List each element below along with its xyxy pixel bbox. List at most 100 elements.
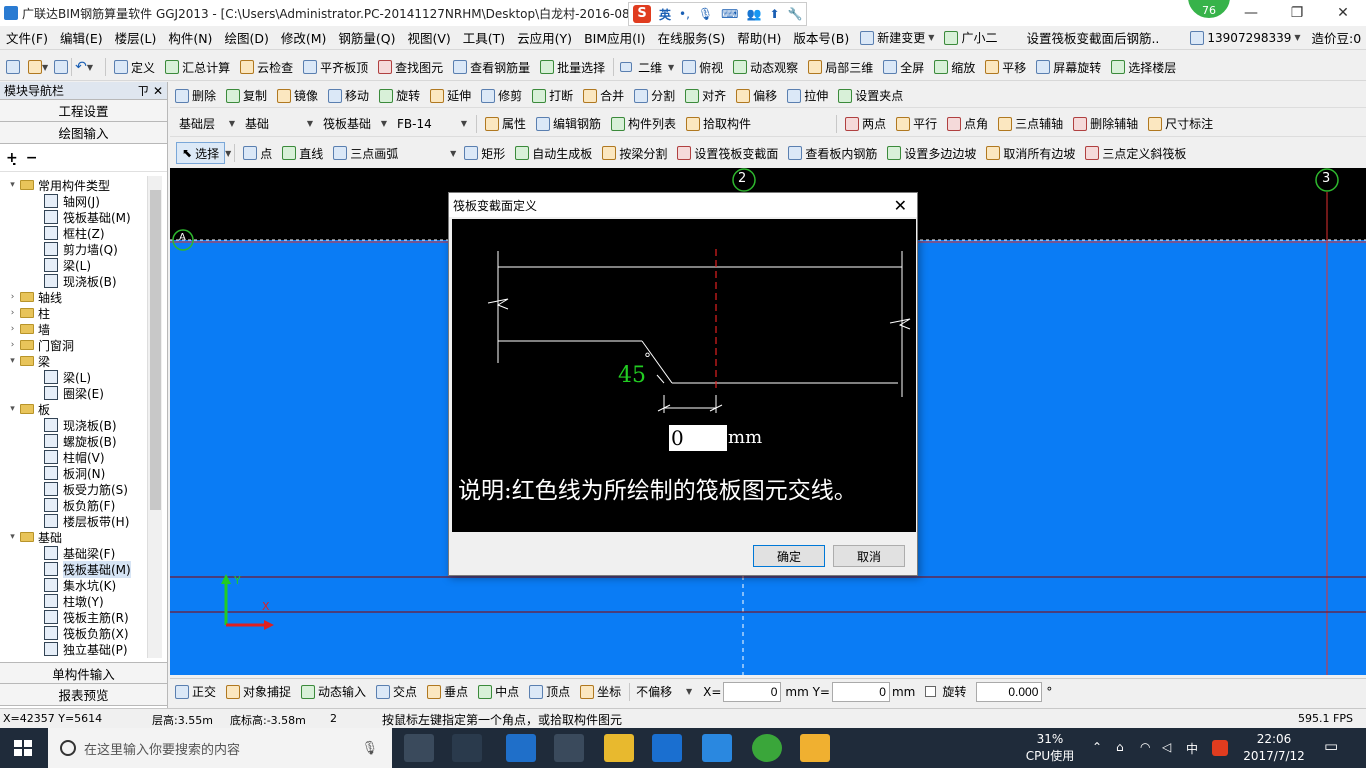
- tree-item[interactable]: 集水坑(K): [0, 577, 148, 593]
- toolbar-draw-item-1[interactable]: 直线: [277, 142, 328, 164]
- report-preview-button[interactable]: 报表预览: [0, 684, 167, 706]
- tree-item[interactable]: 板受力筋(S): [0, 481, 148, 497]
- minimize-button[interactable]: —: [1228, 0, 1274, 26]
- expand-all-icon[interactable]: +̣: [6, 150, 18, 166]
- menu-item-8[interactable]: 工具(T): [457, 28, 511, 47]
- menu-item-2[interactable]: 楼层(L): [109, 28, 163, 47]
- price-bean[interactable]: 造价豆:0: [1306, 28, 1366, 47]
- tree-item[interactable]: › 柱: [0, 305, 148, 321]
- toolbar-component-item-1[interactable]: 编辑钢筋: [531, 113, 606, 135]
- rotate-checkbox[interactable]: [925, 686, 937, 697]
- menu-item-1[interactable]: 编辑(E): [54, 28, 109, 47]
- draw-mode-select[interactable]: ▼: [403, 143, 459, 163]
- width-input[interactable]: [669, 425, 727, 451]
- snap-item-7[interactable]: 坐标: [575, 681, 626, 703]
- snap-item-4[interactable]: 垂点: [422, 681, 473, 703]
- tree-item[interactable]: 框柱(Z): [0, 225, 148, 241]
- menu-item-4[interactable]: 绘图(D): [218, 28, 274, 47]
- toolbar-edit-item-2[interactable]: 镜像: [272, 85, 323, 107]
- toolbar-axis-item-0[interactable]: 两点: [840, 113, 891, 135]
- toolbar-view-item-2[interactable]: 局部三维: [803, 56, 878, 78]
- toolbar-edit-item-13[interactable]: 设置夹点: [833, 85, 908, 107]
- tree-item[interactable]: ▾ 常用构件类型: [0, 177, 148, 193]
- toolbar-draw2-item-2[interactable]: 按梁分割: [597, 142, 672, 164]
- toolbar-edit-item-6[interactable]: 修剪: [476, 85, 527, 107]
- toolbar-draw2-item-3[interactable]: 设置筏板变截面: [672, 142, 783, 164]
- collapse-icon[interactable]: ▾: [8, 404, 17, 414]
- toolbar-axis-item-4[interactable]: 删除辅轴: [1068, 113, 1143, 135]
- toolbar-edit-item-1[interactable]: 复制: [221, 85, 272, 107]
- toolbar-component-item-2[interactable]: 构件列表: [606, 113, 681, 135]
- upload-icon[interactable]: ⬆: [769, 7, 779, 21]
- taskview-icon[interactable]: [404, 734, 434, 762]
- offset-mode-select[interactable]: 不偏移 ▼: [633, 682, 695, 702]
- collapse-icon[interactable]: ▾: [8, 356, 17, 366]
- collapse-icon[interactable]: ▾: [8, 532, 17, 542]
- glodon-ggj-icon[interactable]: [702, 734, 732, 762]
- notification-center-icon[interactable]: ▭: [1324, 737, 1338, 755]
- toolbar-draw2-item-0[interactable]: 矩形: [459, 142, 510, 164]
- toolbar-draw-item-0[interactable]: 点: [238, 142, 277, 164]
- hint-link[interactable]: 设置筏板变截面后钢筋..: [1020, 28, 1165, 47]
- drawing-input-button[interactable]: 绘图输入: [0, 122, 167, 144]
- tree-item[interactable]: 圈梁(E): [0, 385, 148, 401]
- x-input[interactable]: [723, 681, 782, 702]
- tree-item[interactable]: › 轴线: [0, 289, 148, 305]
- pin-icon[interactable]: ㄗ: [137, 84, 149, 98]
- toolbar-main-item-2[interactable]: 云检查: [235, 56, 298, 78]
- tree-item[interactable]: 柱帽(V): [0, 449, 148, 465]
- snap-item-1[interactable]: 对象捕捉: [221, 681, 296, 703]
- notification-badge[interactable]: 76: [1186, 0, 1232, 20]
- ime-punct-icon[interactable]: •,: [679, 7, 690, 21]
- ok-button[interactable]: 确定: [753, 545, 825, 567]
- tree-item[interactable]: 筏板主筋(R): [0, 609, 148, 625]
- toolbar-draw2-item-7[interactable]: 三点定义斜筏板: [1080, 142, 1191, 164]
- wrench-icon[interactable]: 🔧: [788, 7, 803, 21]
- clock[interactable]: 22:06 2017/7/12: [1240, 731, 1308, 765]
- y-input[interactable]: [831, 681, 890, 702]
- menu-item-12[interactable]: 帮助(H): [731, 28, 787, 47]
- tree-item[interactable]: 筏板负筋(X): [0, 625, 148, 641]
- rotate-input[interactable]: [976, 681, 1043, 702]
- close-button[interactable]: ✕: [1320, 0, 1366, 26]
- snap-item-0[interactable]: 正交: [170, 681, 221, 703]
- dialog-close-icon[interactable]: ✕: [888, 196, 913, 215]
- file-explorer-icon[interactable]: [604, 734, 634, 762]
- expand-icon[interactable]: ›: [8, 308, 17, 318]
- volume-icon[interactable]: ◁: [1162, 740, 1171, 754]
- view-mode-select[interactable]: 二维 ▼: [617, 57, 677, 77]
- toolbar-edit-item-5[interactable]: 延伸: [425, 85, 476, 107]
- save-icon[interactable]: [54, 60, 69, 74]
- sogou-tray-icon[interactable]: [1212, 740, 1228, 756]
- toolbar-edit-item-12[interactable]: 拉伸: [782, 85, 833, 107]
- network-icon[interactable]: ⌂: [1116, 740, 1124, 754]
- snap-item-6[interactable]: 顶点: [524, 681, 575, 703]
- wifi-icon[interactable]: ◠: [1140, 740, 1150, 754]
- single-component-input-button[interactable]: 单构件输入: [0, 662, 167, 684]
- store-icon[interactable]: [554, 734, 584, 762]
- toolbar-draw2-item-5[interactable]: 设置多边边坡: [882, 142, 981, 164]
- tree-item[interactable]: 轴网(J): [0, 193, 148, 209]
- ime-indicator[interactable]: 中: [1186, 740, 1198, 757]
- tree-item[interactable]: 板负筋(F): [0, 497, 148, 513]
- snap-item-5[interactable]: 中点: [473, 681, 524, 703]
- menu-item-5[interactable]: 修改(M): [275, 28, 333, 47]
- app-green-icon[interactable]: [752, 734, 782, 762]
- maximize-button[interactable]: ❐: [1274, 0, 1320, 26]
- mic-icon[interactable]: 🎙: [361, 741, 378, 756]
- app-spiral-icon[interactable]: [452, 734, 482, 762]
- windows-start-icon[interactable]: [14, 740, 32, 756]
- tree-item[interactable]: ▾ 梁: [0, 353, 148, 369]
- toolbar-main-item-6[interactable]: 批量选择: [535, 56, 610, 78]
- tree-item[interactable]: 剪力墙(Q): [0, 241, 148, 257]
- tree-item[interactable]: 现浇板(B): [0, 417, 148, 433]
- toolbar-axis-item-5[interactable]: 尺寸标注: [1143, 113, 1218, 135]
- new-change-button[interactable]: 新建变更 ▼: [855, 27, 939, 49]
- toolbar-view-item-5[interactable]: 平移: [980, 56, 1031, 78]
- tree-item[interactable]: 现浇板(B): [0, 273, 148, 289]
- toolbar-edit-item-3[interactable]: 移动: [323, 85, 374, 107]
- tree-item[interactable]: 筏板基础(M): [0, 209, 148, 225]
- tree-item[interactable]: ▾ 板: [0, 401, 148, 417]
- toolbar-view-item-6[interactable]: 屏幕旋转: [1031, 56, 1106, 78]
- tray-up-icon[interactable]: ⌃: [1092, 740, 1102, 754]
